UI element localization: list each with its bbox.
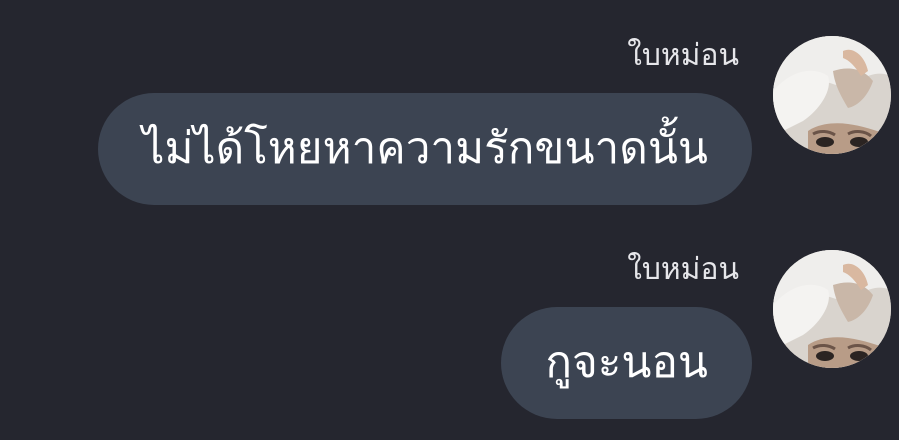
message-bubble[interactable]: ไม่ได้โหยหาความรักขนาดนั้น — [98, 93, 752, 205]
message-bubble[interactable]: กูจะนอน — [501, 307, 752, 419]
chat-thread: ใบหม่อน ไม่ได้โหยหาความรักขนาดนั้น ใบหม่… — [0, 0, 899, 440]
user-avatar-photo-icon — [773, 36, 891, 154]
user-avatar-photo-icon — [773, 250, 891, 368]
sender-name: ใบหม่อน — [627, 252, 739, 287]
avatar[interactable] — [773, 250, 891, 368]
sender-name: ใบหม่อน — [627, 38, 739, 73]
avatar[interactable] — [773, 36, 891, 154]
